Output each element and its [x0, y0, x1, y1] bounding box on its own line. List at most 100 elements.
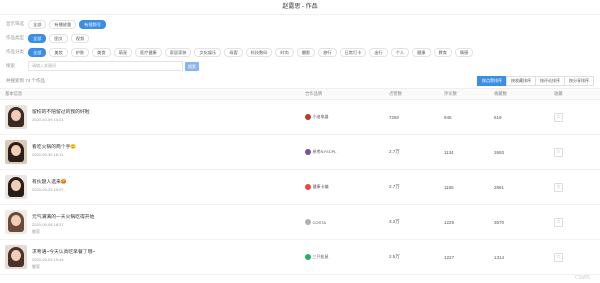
- likes-cell: 7250: [389, 114, 400, 120]
- filter-chip[interactable]: 美食: [92, 47, 111, 57]
- filter-chip[interactable]: 全部: [28, 19, 47, 29]
- brand-name[interactable]: 三只松鼠: [313, 254, 329, 260]
- filter-chip[interactable]: 情感: [454, 47, 474, 57]
- post-date: 2020-10-09 10:21: [32, 117, 64, 122]
- brand-icon: [305, 219, 311, 225]
- filter-chip[interactable]: 日常打卡: [339, 47, 367, 57]
- filter-chip[interactable]: 时尚: [275, 47, 294, 57]
- filter-chip[interactable]: 视频: [70, 33, 90, 43]
- basic-info-cell: 有伙题人选来😡 2020-09-25 19:07: [0, 170, 305, 204]
- table-row[interactable]: 求粤语~今天认真吃早餐了哦~ 2020-09-03 19:44 搬家 三只松鼠 …: [0, 240, 600, 275]
- search-button[interactable]: 搜索: [185, 61, 199, 71]
- brand-cell: 三只松鼠: [305, 254, 389, 260]
- collects-cell: 619: [494, 114, 502, 120]
- column-header: 评论数: [444, 91, 457, 96]
- filter-chip[interactable]: 萌宠: [113, 47, 132, 57]
- column-header: 收藏: [554, 91, 563, 96]
- filter-label: 显示筛选: [6, 21, 24, 26]
- filter-chip[interactable]: 健康: [412, 47, 431, 57]
- filter-row-category: 作品分类 全部 美妆 护肤 美食 萌宠 医疗健康 家居家装 文化娱乐 母婴 科技数码 时尚 摄影 旅行日…: [6, 46, 594, 58]
- brand-name[interactable]: COSTA: [313, 220, 326, 225]
- star-icon[interactable]: ☆: [554, 252, 563, 262]
- filter-chip[interactable]: 有播放量: [49, 19, 77, 29]
- brand-name[interactable]: 健康卡编: [313, 184, 329, 190]
- sort-button[interactable]: 按分享排序: [564, 76, 594, 86]
- table-row[interactable]: 留校的不陪留过的我的好啦 2020-10-09 10:21 小迪电器 7250 …: [0, 100, 600, 135]
- filter-chip[interactable]: 护肤: [70, 47, 90, 57]
- sort-button-group: 按点赞排序 按收藏排序 按评论排序 按分享排序: [477, 76, 594, 86]
- post-title[interactable]: 元气满满的一天火锅吃得开始: [32, 213, 94, 220]
- post-thumbnail[interactable]: [5, 175, 27, 199]
- post-thumbnail[interactable]: [5, 245, 27, 269]
- sort-button[interactable]: 按评论排序: [535, 76, 565, 86]
- post-title[interactable]: 留校的不陪留过的我的好啦: [32, 108, 90, 115]
- table-row[interactable]: 看吃火锅的两个手🙂 2020-09-30 16:11 参考NYSCPL 2.7万…: [0, 135, 600, 170]
- brand-cell: 健康卡编: [305, 184, 389, 190]
- filter-chip[interactable]: 家居家装: [164, 47, 192, 57]
- post-extra: 搬家: [32, 264, 40, 269]
- brand-name[interactable]: 参考NYSCPL: [313, 149, 337, 155]
- filter-row-type: 作品类型 全部 图文 视频: [6, 32, 594, 44]
- star-icon[interactable]: ☆: [554, 217, 563, 227]
- post-thumbnail[interactable]: [5, 105, 27, 129]
- collects-cell: 2693: [494, 149, 505, 155]
- filter-chip[interactable]: 美妆: [49, 47, 68, 57]
- filter-chip[interactable]: 母婴: [224, 47, 243, 57]
- filter-chip[interactable]: 教育: [433, 47, 452, 57]
- filter-chip[interactable]: 文化娱乐: [194, 47, 222, 57]
- brand-cell: 小迪电器: [305, 114, 389, 120]
- likes-cell: 2.7万: [389, 149, 400, 154]
- filter-chip[interactable]: 医疗健康: [134, 47, 162, 57]
- watermark: CSWS: [575, 275, 590, 281]
- result-bar: 共搜索到 74 个作品 按点赞排序 按收藏排序 按评论排序 按分享排序: [0, 74, 600, 88]
- filter-chip[interactable]: 有视频号: [79, 19, 106, 29]
- comments-cell: 1229: [444, 219, 455, 225]
- sort-button[interactable]: 按点赞排序: [477, 76, 507, 86]
- thumbnail-face: [11, 250, 21, 261]
- filter-label: 作品分类: [6, 49, 24, 54]
- star-icon[interactable]: ☆: [554, 147, 563, 157]
- favorite-cell: ☆: [554, 217, 600, 227]
- search-input[interactable]: 请输入关键词: [28, 61, 183, 71]
- filter-label: 搜索: [6, 63, 15, 68]
- favorite-cell: ☆: [554, 252, 600, 262]
- likes-cell: 2.5万: [389, 254, 400, 259]
- filter-chip[interactable]: 旅行: [318, 47, 337, 57]
- chip-group-category: 全部 美妆 护肤 美食 萌宠 医疗健康 家居家装 文化娱乐 母婴 科技数码 时尚 摄影 旅行 日常打卡 出行…: [28, 47, 476, 57]
- comments-cell: 945: [444, 114, 452, 120]
- filter-chip[interactable]: 图文: [49, 33, 68, 43]
- filter-chip[interactable]: 全部: [28, 47, 47, 57]
- filter-chip[interactable]: 摄影: [296, 47, 316, 57]
- thumbnail-face: [11, 110, 21, 121]
- collects-cell: 1314: [494, 254, 505, 260]
- table-row[interactable]: 有伙题人选来😡 2020-09-25 19:07 健康卡编 2.7万 1165 …: [0, 170, 600, 205]
- thumbnail-face: [11, 145, 21, 156]
- post-title[interactable]: 看吃火锅的两个手🙂: [32, 143, 76, 150]
- comments-cell: 1165: [444, 184, 454, 190]
- basic-info-cell: 元气满满的一天火锅吃得开始 2020-09-08 18:37 搬家: [0, 205, 305, 239]
- brand-name[interactable]: 小迪电器: [313, 114, 329, 120]
- brand-cell: COSTA: [305, 219, 389, 225]
- likes-cell: 2.7万: [389, 184, 400, 189]
- post-date: 2020-09-30 16:11: [32, 152, 64, 157]
- chip-group-type: 全部 图文 视频: [28, 33, 92, 43]
- table-row[interactable]: 元气满满的一天火锅吃得开始 2020-09-08 18:37 搬家 COSTA …: [0, 205, 600, 240]
- star-icon[interactable]: ☆: [554, 112, 563, 122]
- favorite-cell: ☆: [554, 147, 600, 157]
- likes-cell: 3.2万: [389, 219, 400, 224]
- brand-icon: [305, 184, 311, 190]
- basic-info-cell: 留校的不陪留过的我的好啦 2020-10-09 10:21: [0, 100, 305, 134]
- post-title[interactable]: 求粤语~今天认真吃早餐了哦~: [32, 248, 95, 255]
- sort-button[interactable]: 按收藏排序: [506, 76, 536, 86]
- brand-icon: [305, 149, 311, 155]
- filter-chip[interactable]: 个人: [390, 47, 410, 57]
- post-title[interactable]: 有伙题人选来😡: [32, 178, 67, 185]
- post-thumbnail[interactable]: [5, 210, 27, 234]
- filter-chip[interactable]: 科技数码: [245, 47, 273, 57]
- filter-chip[interactable]: 全部: [28, 33, 47, 43]
- star-icon[interactable]: ☆: [554, 182, 563, 192]
- column-header: 收藏数: [494, 91, 507, 96]
- filter-chip[interactable]: 出行: [369, 47, 388, 57]
- thumbnail-face: [11, 215, 21, 226]
- post-thumbnail[interactable]: [5, 140, 27, 164]
